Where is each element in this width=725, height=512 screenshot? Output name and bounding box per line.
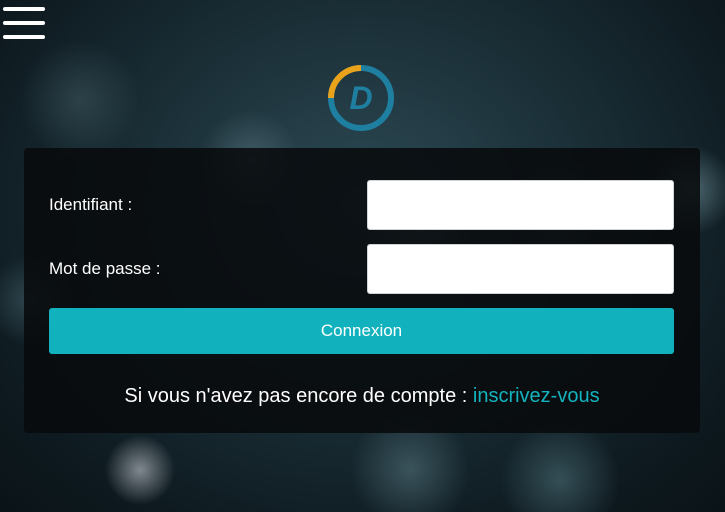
username-label: Identifiant : — [49, 195, 133, 214]
menu-bar-bottom — [3, 35, 45, 39]
password-label: Mot de passe : — [49, 259, 161, 278]
login-button[interactable]: Connexion — [49, 308, 674, 354]
username-input[interactable] — [367, 180, 674, 230]
hamburger-menu-icon[interactable] — [3, 7, 45, 39]
logo-graphic: D — [328, 65, 394, 131]
menu-bar-top — [3, 7, 45, 11]
menu-bar-middle — [3, 21, 45, 25]
signup-text: Si vous n'avez pas encore de compte : in… — [24, 385, 700, 408]
d-logo-icon: D — [326, 63, 396, 133]
logo-letter: D — [349, 80, 372, 116]
password-input[interactable] — [367, 244, 674, 294]
login-panel: Identifiant : Mot de passe : Connexion S… — [24, 148, 700, 433]
signup-prompt: Si vous n'avez pas encore de compte : — [124, 385, 473, 407]
signup-link[interactable]: inscrivez-vous — [473, 385, 600, 407]
